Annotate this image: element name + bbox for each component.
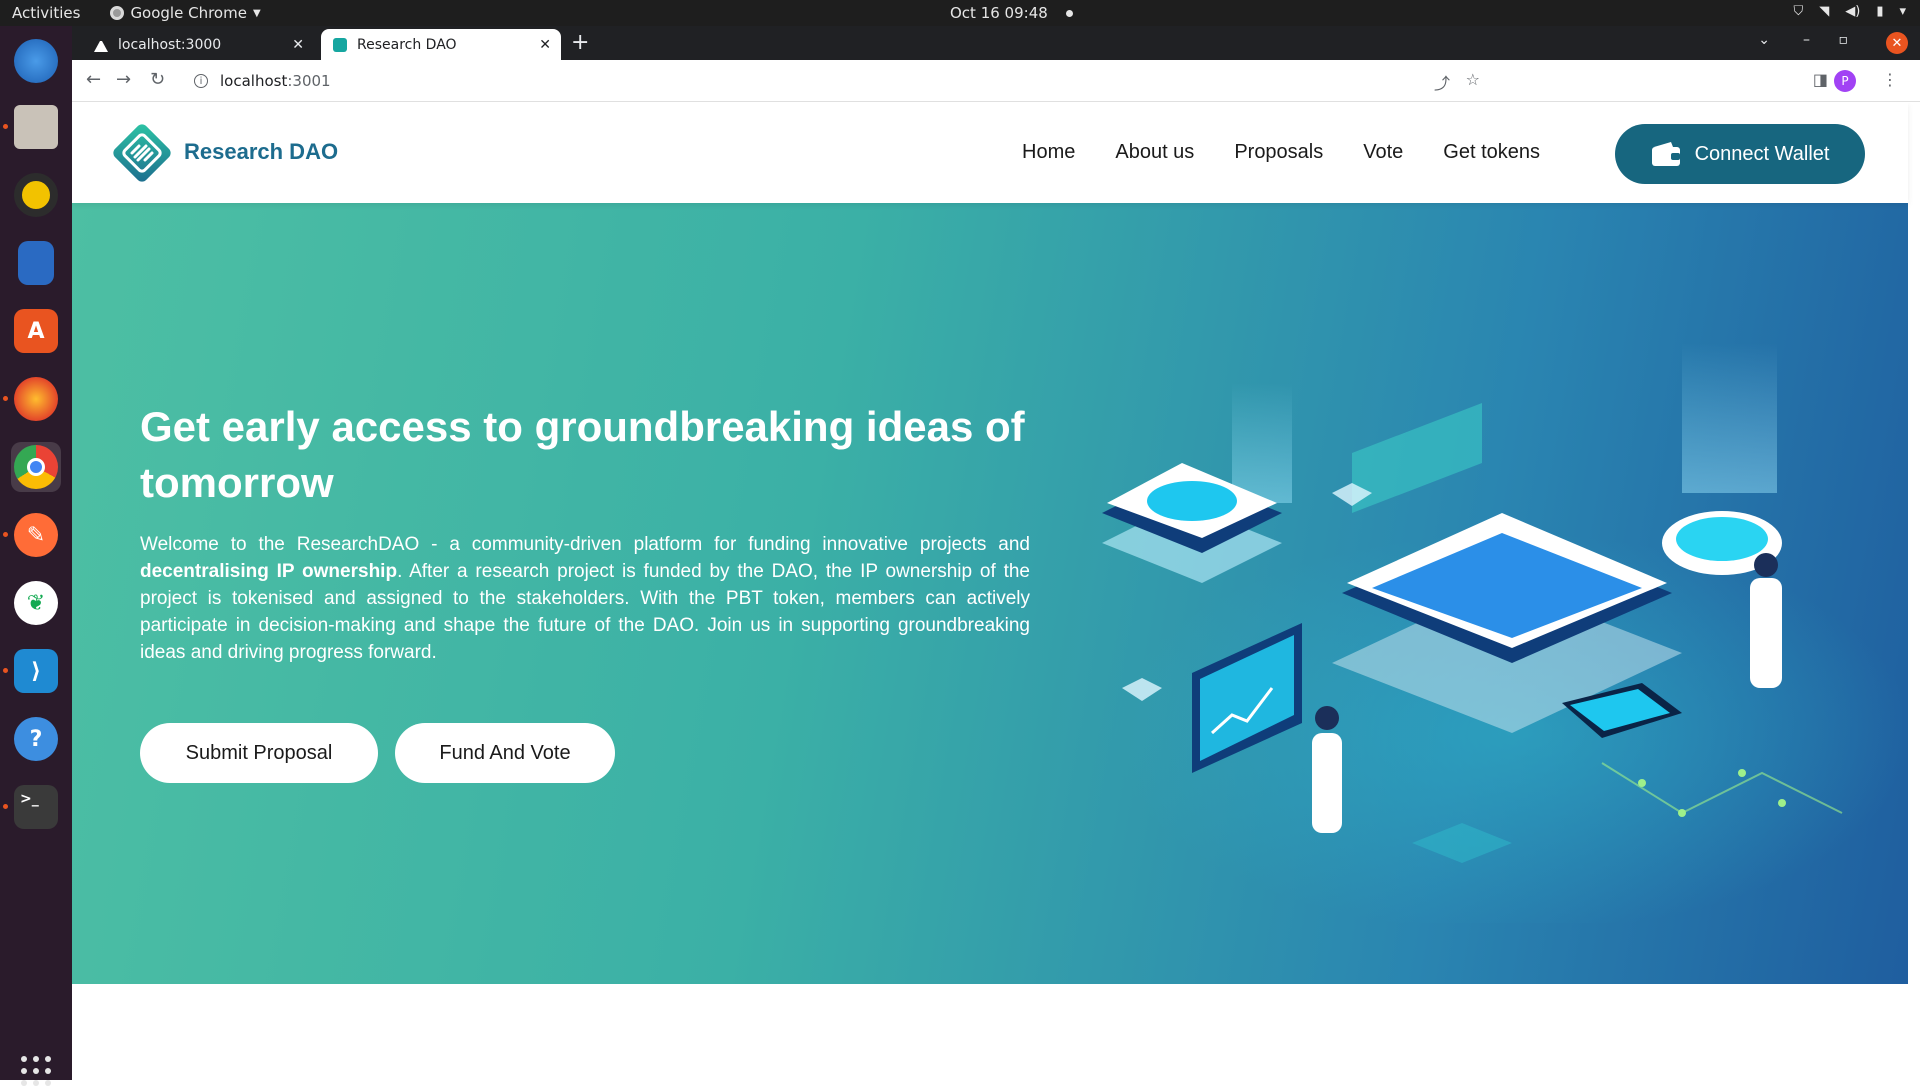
- rhythmbox-icon: [14, 173, 58, 217]
- main-nav: Home About us Proposals Vote Get tokens: [1022, 141, 1540, 164]
- restore-icon[interactable]: ▫: [1839, 32, 1849, 48]
- power-menu-caret-icon: ▾: [1899, 4, 1906, 19]
- nav-get-tokens[interactable]: Get tokens: [1443, 141, 1540, 164]
- chrome-icon: [110, 6, 125, 20]
- dock-files[interactable]: [11, 102, 61, 152]
- kebab-menu-icon[interactable]: ⋮: [1882, 70, 1898, 89]
- dock-mongodb[interactable]: ❦: [11, 578, 61, 628]
- hero-section: Get early access to groundbreaking ideas…: [72, 203, 1908, 984]
- url-port: :3001: [287, 72, 331, 90]
- clock[interactable]: Oct 16 09:48: [950, 4, 1073, 22]
- files-icon: [14, 105, 58, 149]
- dock-postman[interactable]: ✎: [11, 510, 61, 560]
- dock-rhythmbox[interactable]: [11, 170, 61, 220]
- software-center-icon: A: [14, 309, 58, 353]
- tab-localhost-3000[interactable]: localhost:3000 ✕: [82, 29, 314, 60]
- thunderbird-icon: [14, 39, 58, 83]
- firefox-icon: [14, 377, 58, 421]
- share-icon[interactable]: ⤴: [1434, 70, 1450, 94]
- dock-vscode[interactable]: ⟩: [11, 646, 61, 696]
- profile-avatar[interactable]: P: [1834, 70, 1856, 92]
- dock-chrome[interactable]: [11, 442, 61, 492]
- back-arrow-icon[interactable]: ←: [86, 69, 101, 90]
- window-close-icon[interactable]: ✕: [1886, 32, 1908, 54]
- tab-close-icon[interactable]: ✕: [539, 37, 551, 53]
- clock-text: Oct 16 09:48: [950, 4, 1048, 22]
- notification-dot-icon: [1065, 10, 1073, 17]
- dock-help[interactable]: ?: [11, 714, 61, 764]
- brand-name[interactable]: Research DAO: [184, 139, 338, 165]
- site-header: Research DAO Home About us Proposals Vot…: [72, 103, 1908, 203]
- postman-icon: ✎: [14, 513, 58, 557]
- wifi-icon: ◥: [1819, 4, 1830, 19]
- nav-vote[interactable]: Vote: [1363, 141, 1403, 164]
- side-panel-icon[interactable]: ◨: [1813, 70, 1828, 89]
- nav-about-us[interactable]: About us: [1115, 141, 1194, 164]
- url-host: localhost: [220, 72, 288, 90]
- help-icon: ?: [14, 717, 58, 761]
- battery-icon: ▮: [1876, 4, 1884, 19]
- tab-close-icon[interactable]: ✕: [292, 37, 304, 53]
- vscode-icon: ⟩: [14, 649, 58, 693]
- hero-emphasis: decentralising IP ownership: [140, 561, 398, 582]
- dock-software[interactable]: A: [11, 306, 61, 356]
- dock-writer[interactable]: [11, 238, 61, 288]
- triangle-favicon-icon: [94, 38, 108, 52]
- mongodb-leaf-icon: ❦: [14, 581, 58, 625]
- fund-and-vote-button[interactable]: Fund And Vote: [395, 723, 615, 783]
- nav-home[interactable]: Home: [1022, 141, 1075, 164]
- dock-terminal[interactable]: >_: [11, 782, 61, 832]
- isometric-research-illustration: [1102, 343, 1902, 923]
- app-name: Google Chrome: [130, 4, 247, 22]
- submit-proposal-button[interactable]: Submit Proposal: [140, 723, 378, 783]
- dock-thunderbird[interactable]: [11, 36, 61, 86]
- writer-icon: [18, 241, 54, 285]
- chrome-icon: [14, 445, 58, 489]
- connect-wallet-label: Connect Wallet: [1694, 142, 1830, 165]
- tab-title: localhost:3000: [118, 36, 222, 53]
- dock: A ✎ ❦ ⟩ ? >_: [0, 26, 72, 1086]
- terminal-icon: >_: [14, 785, 58, 829]
- forward-arrow-icon[interactable]: →: [116, 69, 131, 90]
- dock-firefox[interactable]: [11, 374, 61, 424]
- app-menu[interactable]: Google Chrome ▼: [110, 4, 261, 22]
- tab-search-chevron-icon[interactable]: ⌄: [1758, 32, 1770, 48]
- activities-button[interactable]: Activities: [12, 4, 80, 22]
- reload-icon[interactable]: ↻: [150, 69, 165, 90]
- new-tab-plus-icon[interactable]: +: [571, 30, 589, 55]
- page-viewport: Research DAO Home About us Proposals Vot…: [72, 103, 1920, 1080]
- volume-icon: ◀): [1845, 4, 1861, 19]
- browser-toolbar: ← → ↻ i localhost :3001 ⤴ ☆ ◨ P ⋮: [72, 60, 1920, 102]
- system-top-bar: Activities Google Chrome ▼ Oct 16 09:48 …: [0, 0, 1920, 26]
- hero-title: Get early access to groundbreaking ideas…: [140, 403, 1025, 506]
- tab-strip: localhost:3000 ✕ Research DAO ✕ + ⌄ – ▫ …: [72, 26, 1920, 60]
- system-tray[interactable]: ⛉ ◥ ◀) ▮ ▾: [1793, 4, 1906, 19]
- site-info-icon[interactable]: i: [194, 74, 208, 88]
- research-dao-favicon-icon: [333, 37, 347, 52]
- caret-down-icon: ▼: [252, 7, 261, 19]
- hero-description: Welcome to the ResearchDAO - a community…: [140, 534, 1030, 663]
- wallet-icon: [1651, 142, 1680, 166]
- address-bar[interactable]: i localhost :3001: [182, 65, 1742, 97]
- nav-proposals[interactable]: Proposals: [1234, 141, 1323, 164]
- research-dao-logo-icon[interactable]: [108, 119, 176, 187]
- tab-research-dao[interactable]: Research DAO ✕: [321, 29, 561, 60]
- minimize-icon[interactable]: –: [1803, 32, 1810, 48]
- connect-wallet-button[interactable]: Connect Wallet: [1615, 124, 1865, 184]
- bookmark-star-icon[interactable]: ☆: [1466, 70, 1480, 89]
- tab-title: Research DAO: [357, 36, 457, 53]
- shield-icon: ⛉: [1793, 4, 1804, 19]
- show-apps-grid-icon[interactable]: [21, 1056, 51, 1086]
